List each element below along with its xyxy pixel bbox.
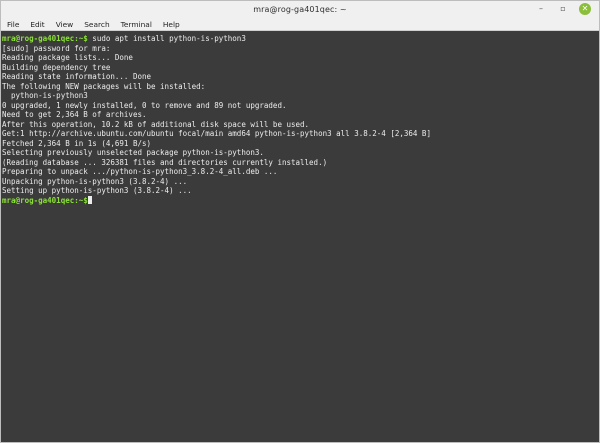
output-line: Building dependency tree: [2, 62, 111, 72]
title-bar[interactable]: mra@rog-ga401qec: ~ – ▫ ✕: [1, 1, 599, 19]
menu-view[interactable]: View: [56, 20, 74, 29]
output-line: After this operation, 10.2 kB of additio…: [2, 119, 310, 129]
output-line: Selecting previously unselected package …: [2, 148, 264, 157]
output-line: Unpacking python-is-python3 (3.8.2-4) ..…: [2, 176, 188, 186]
output-line: Need to get 2,364 B of archives.: [2, 110, 147, 119]
command-line: mra@rog-ga401qec:~$ sudo apt install pyt…: [2, 34, 588, 44]
output-line: Setting up python-is-python3 (3.8.2-4) .…: [2, 186, 192, 195]
output-line: [sudo] password for mra:: [2, 43, 111, 53]
window-controls: – ▫ ✕: [535, 3, 591, 15]
shell-command: sudo apt install python-is-python3: [87, 34, 246, 43]
output-line: Reading state information... Done: [2, 72, 152, 81]
menu-search[interactable]: Search: [84, 20, 109, 29]
scrollbar[interactable]: [588, 32, 599, 442]
output-line: Preparing to unpack .../python-is-python…: [2, 167, 278, 176]
output-line: Fetched 2,364 B in 1s (4,691 B/s): [2, 138, 152, 148]
menu-edit[interactable]: Edit: [30, 20, 44, 29]
shell-prompt: mra@rog-ga401qec:~$: [2, 195, 88, 205]
terminal-output[interactable]: mra@rog-ga401qec:~$ sudo apt install pyt…: [1, 32, 588, 442]
output-line: Reading package lists... Done: [2, 53, 133, 62]
final-prompt-line: mra@rog-ga401qec:~$: [2, 195, 588, 206]
menu-file[interactable]: File: [7, 20, 19, 29]
minimize-icon[interactable]: –: [535, 3, 547, 15]
output-line: Get:1 http://archive.ubuntu.com/ubuntu f…: [2, 129, 431, 138]
menu-bar: File Edit View Search Terminal Help: [1, 18, 599, 31]
output-line: python-is-python3: [2, 91, 88, 100]
close-icon[interactable]: ✕: [579, 3, 591, 15]
cursor: [87, 195, 92, 204]
output-line: (Reading database ... 326381 files and d…: [2, 157, 328, 167]
menu-terminal[interactable]: Terminal: [121, 20, 152, 29]
menu-help[interactable]: Help: [163, 20, 180, 29]
output-line: The following NEW packages will be insta…: [2, 81, 206, 91]
output-line: 0 upgraded, 1 newly installed, 0 to remo…: [2, 100, 287, 110]
maximize-icon[interactable]: ▫: [557, 3, 569, 15]
terminal-window: mra@rog-ga401qec: ~ – ▫ ✕ File Edit View…: [0, 0, 600, 443]
window-title: mra@rog-ga401qec: ~: [253, 5, 347, 14]
shell-prompt: mra@rog-ga401qec:~$: [2, 34, 88, 43]
